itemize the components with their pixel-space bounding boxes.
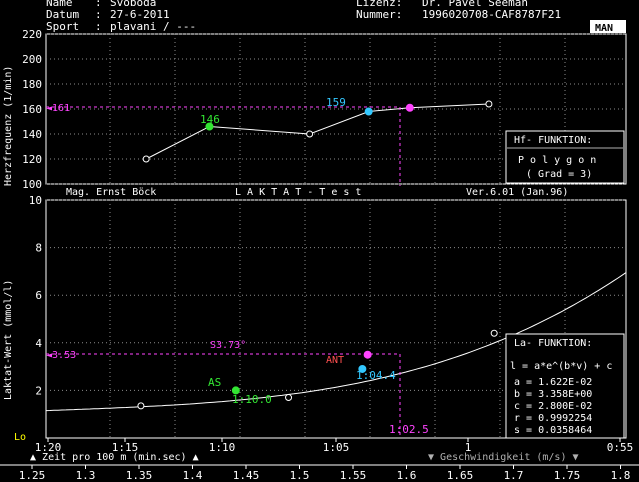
lactate-test-screen: Name : Svoboda Datum : 27-6-2011 Sport :… <box>0 0 639 482</box>
y-tick-label: 200 <box>22 53 42 66</box>
banner-author: Mag. Ernst Böck <box>66 187 156 198</box>
la-at-label: S3.73° <box>210 340 246 351</box>
la-vert-time: 1:02.5 <box>389 423 429 436</box>
banner-title: L A K T A T - T e s t <box>235 187 361 198</box>
hf-point <box>405 103 414 112</box>
la-axis-label: Laktat-Wert (mmol/l) <box>3 280 14 400</box>
hf-point <box>364 107 373 116</box>
number-label: Nummer: <box>356 8 402 21</box>
y-tick-label: 180 <box>22 78 42 91</box>
speed-tick-label: 1.7 <box>504 469 524 482</box>
y-tick-label: 100 <box>22 178 42 191</box>
hf-series <box>142 100 493 163</box>
la-as-label: AS <box>208 376 221 389</box>
mode-badge-label: MAN <box>595 23 613 34</box>
header: Name : Svoboda Datum : 27-6-2011 Sport :… <box>46 0 626 34</box>
speed-tick-label: 1.3 <box>76 469 96 482</box>
la-point <box>137 402 145 410</box>
y-tick-label: 10 <box>29 194 42 207</box>
la-ant-label: ANT <box>326 355 344 366</box>
y-tick-label: 160 <box>22 103 42 116</box>
y-tick-label: 8 <box>35 242 42 255</box>
la-panel-s: s = 0.0358464 <box>514 425 592 436</box>
la-ref-label: ◄3.53 <box>46 350 76 361</box>
speed-tick-labels: 1.25 1.3 1.35 1.4 1.45 1.5 1.55 1.6 1.65 1.7 1.75 1… <box>0 464 639 482</box>
y-tick-label: 140 <box>22 128 42 141</box>
number-value: 1996020708-CAF8787F21 <box>422 8 561 21</box>
y-tick-label: 2 <box>35 384 42 397</box>
la-series <box>137 329 498 410</box>
speed-tick-label: 1.45 <box>233 469 260 482</box>
sport-colon: : <box>95 20 102 33</box>
time-axis-label: ▲ Zeit pro 100 m (min.sec) ▲ <box>30 452 199 463</box>
hf-panel-grade: ( Grad = 3) <box>526 169 592 180</box>
hf-ant-label: 159 <box>326 96 346 109</box>
bottom-axes: Lo 1:20 1:15 1:10 1:05 1 0:55 ▲ Zeit pro 100 … <box>0 432 639 482</box>
hf-point <box>485 100 493 108</box>
speed-tick-label: 1.5 <box>290 469 310 482</box>
speed-tick-label: 1.35 <box>126 469 153 482</box>
speed-tick-label: 1.65 <box>447 469 474 482</box>
hf-plot: 100 120 140 160 180 200 220 ◄161 146 159 Hf- F… <box>22 28 627 191</box>
speed-tick-label: 1.8 <box>611 469 631 482</box>
hf-axis-label: Herzfrequenz (1/min) <box>3 66 14 186</box>
la-panel-r: r = 0.9992254 <box>514 413 592 424</box>
y-tick-label: 4 <box>35 337 42 350</box>
lo-label: Lo <box>14 432 26 443</box>
la-point <box>490 329 498 337</box>
speed-tick-label: 1.25 <box>19 469 46 482</box>
hf-point <box>142 155 150 163</box>
speed-tick-label: 1.55 <box>340 469 367 482</box>
hf-point <box>306 130 314 138</box>
speed-axis-label: ▼ Geschwindigkeit (m/s) ▼ <box>428 452 579 463</box>
mid-banner: Mag. Ernst Böck L A K T A T - T e s t Ve… <box>66 187 568 198</box>
la-panel-b: b = 3.358E+00 <box>514 389 592 400</box>
hf-line <box>145 103 489 160</box>
y-tick-label: 6 <box>35 289 42 302</box>
speed-tick-label: 1.4 <box>183 469 203 482</box>
sport-value: plavani / --- <box>110 20 196 33</box>
sport-label: Sport <box>46 20 79 33</box>
speed-tick-label: 1.75 <box>554 469 581 482</box>
la-ant-time: 1:04.4 <box>356 369 396 382</box>
la-point <box>285 394 293 402</box>
hf-as-label: 146 <box>200 113 220 126</box>
la-as-time: 1:10.0 <box>232 393 272 406</box>
hf-ref-label: ◄161 <box>46 103 70 114</box>
la-point <box>363 350 372 359</box>
time-tick-label: 1:05 <box>323 441 350 454</box>
hf-y-tick-labels: 100 120 140 160 180 200 220 <box>22 28 42 191</box>
speed-tick-label: 1.6 <box>397 469 417 482</box>
time-tick-label: 0:55 <box>607 441 634 454</box>
la-panel-c: c = 2.800E-02 <box>514 401 592 412</box>
time-tick-label: 1:10 <box>209 441 236 454</box>
la-panel-title: La- FUNKTION: <box>514 338 592 349</box>
y-tick-label: 120 <box>22 153 42 166</box>
la-plot: 2 4 6 8 10 ◄3.53 S3.73° ANT AS 1:10.0 1:04.4… <box>29 194 627 439</box>
banner-version: Ver.6.01 (Jan.96) <box>466 187 568 198</box>
la-panel-a: a = 1.622E-02 <box>514 377 592 388</box>
la-panel-formula: l = a*e^(b*v) + c <box>510 361 612 372</box>
hf-panel-type: P o l y g o n <box>518 155 596 166</box>
hf-panel-title: Hf- FUNKTION: <box>514 135 592 146</box>
y-tick-label: 220 <box>22 28 42 41</box>
la-y-tick-labels: 2 4 6 8 10 <box>29 194 43 397</box>
